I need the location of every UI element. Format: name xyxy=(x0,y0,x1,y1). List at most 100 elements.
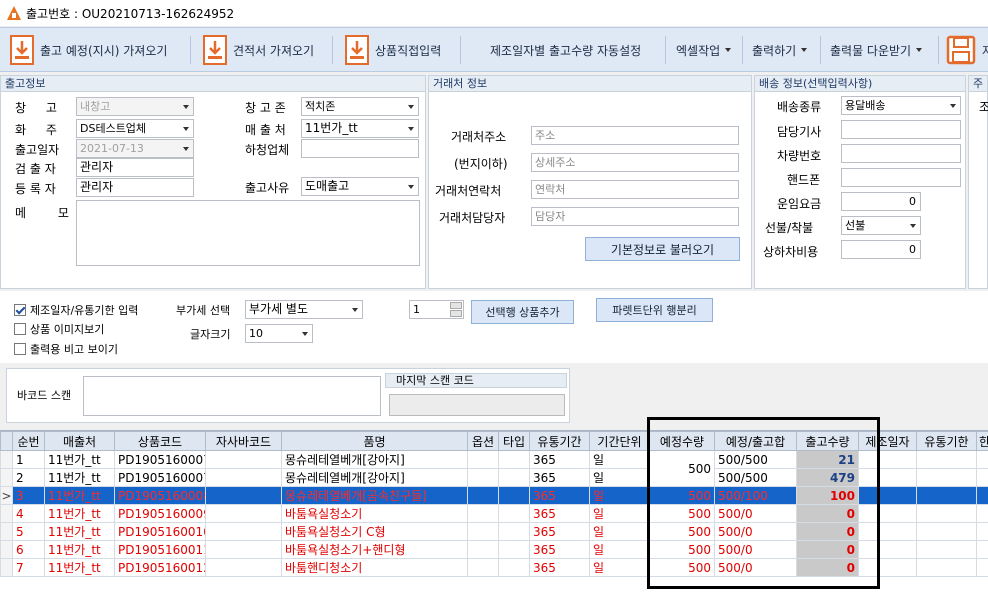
release-date-picker[interactable]: 2021-07-13 xyxy=(76,139,194,158)
cell-expiry[interactable] xyxy=(916,522,977,541)
vat-select[interactable]: 부가세 별도 xyxy=(245,300,363,319)
image-view-checkbox[interactable] xyxy=(14,323,26,335)
partner-phone-input[interactable]: 연락처 xyxy=(531,180,739,199)
select-value: 내창고 xyxy=(80,100,111,113)
column-header[interactable]: 한 xyxy=(976,431,988,451)
column-header[interactable]: 품명 xyxy=(281,431,468,451)
app-logo-icon xyxy=(7,6,21,20)
download-doc-icon xyxy=(345,35,369,65)
cell-type xyxy=(498,504,530,523)
cell-type xyxy=(498,450,530,469)
vehicle-input[interactable] xyxy=(841,144,961,163)
split-pallet-row-button[interactable]: 파렛트단위 행분리 xyxy=(596,298,713,322)
cell-expiry[interactable] xyxy=(916,504,977,523)
font-size-select[interactable]: 10 xyxy=(245,324,313,343)
import-quote-button[interactable]: 견적서 가져오기 xyxy=(203,28,314,72)
memo-textarea[interactable] xyxy=(76,200,420,266)
row-marker xyxy=(0,558,13,577)
select-value: 선불 xyxy=(845,219,866,232)
options-panel: 제조일자/유통기한 입력 상품 이미지보기 출력용 비고 보이기 부가세 선택 … xyxy=(0,291,988,363)
partner-contact-input[interactable]: 담당자 xyxy=(531,207,739,226)
driver-input[interactable] xyxy=(841,120,961,139)
qty-stepper[interactable]: 1 xyxy=(409,300,464,319)
download-print-menu-button[interactable]: 출력물 다운받기 xyxy=(830,28,923,72)
column-header[interactable]: 상품코드 xyxy=(114,431,206,451)
row-marker xyxy=(0,504,13,523)
reason-select[interactable]: 도매출고 xyxy=(301,177,419,196)
column-header[interactable]: 유통기간 xyxy=(529,431,590,451)
warehouse-select[interactable]: 내창고 xyxy=(76,97,194,116)
cell-no: 1 xyxy=(12,450,45,469)
zone-select[interactable]: 적치존 xyxy=(301,97,419,116)
cell-expiry[interactable] xyxy=(916,450,977,469)
toolbar-separator xyxy=(332,36,333,64)
reason-label: 출고사유 xyxy=(245,181,290,195)
partner-lot-input[interactable]: 상세주소 xyxy=(531,153,739,172)
cell-code: PD1905160009 xyxy=(114,504,206,523)
stepper-down-icon[interactable] xyxy=(450,310,462,317)
barcode-scan-input[interactable] xyxy=(83,376,381,416)
print-menu-button[interactable]: 출력하기 xyxy=(752,28,808,72)
mfg-date-checkbox[interactable] xyxy=(14,304,26,316)
sales-select[interactable]: 11번가_tt xyxy=(301,119,419,138)
panel-header: 주 xyxy=(969,76,987,92)
excel-menu-button[interactable]: 엑셀작업 xyxy=(676,28,732,72)
column-header[interactable]: 자사바코드 xyxy=(205,431,282,451)
select-value: 부가세 별도 xyxy=(249,302,309,316)
chevron-down-icon xyxy=(183,105,189,109)
fee-input[interactable]: 0 xyxy=(841,192,921,211)
zone-label: 창 고 존 xyxy=(245,101,286,115)
column-header[interactable]: 타입 xyxy=(498,431,530,451)
subcontractor-field[interactable] xyxy=(301,139,419,158)
scan-panel: 바코드 스캔 마지막 스캔 코드 xyxy=(6,368,570,423)
cell-expiry[interactable] xyxy=(916,540,977,559)
image-view-checkbox-label: 상품 이미지보기 xyxy=(30,323,105,336)
column-header[interactable]: 기간단위 xyxy=(589,431,650,451)
select-value: 2021-07-13 xyxy=(80,142,144,155)
toolbar-label: 제조일자별 출고수량 자동설정 xyxy=(490,43,642,58)
add-selected-product-button[interactable]: 선택행 상품추가 xyxy=(471,300,574,324)
cell-code: PD1905160007 xyxy=(114,450,206,469)
highlight-box xyxy=(647,417,880,589)
column-header[interactable]: 매출처 xyxy=(44,431,115,451)
cell-shelf-life: 365 xyxy=(529,486,590,505)
payment-select[interactable]: 선불 xyxy=(841,216,921,235)
cell-barcode xyxy=(205,558,282,577)
driver-label: 담당기사 xyxy=(777,125,822,139)
column-header[interactable]: 옵션 xyxy=(467,431,499,451)
cell-expiry[interactable] xyxy=(916,468,977,487)
save-button[interactable]: 저 xyxy=(946,28,988,72)
delivery-type-select[interactable]: 용달배송 xyxy=(841,96,961,115)
release-info-panel: 출고정보 창 고 내창고 화 주 DS테스트업체 출고일자 2021-07-13… xyxy=(0,75,426,289)
cellphone-input[interactable] xyxy=(841,168,961,187)
partner-address-input[interactable]: 주소 xyxy=(531,126,739,145)
cell-barcode xyxy=(205,522,282,541)
register-field[interactable]: 관리자 xyxy=(76,178,194,197)
toolbar: 출고 예정(지시) 가져오기 견적서 가져오기 상품직접입력 제조일자별 출고수… xyxy=(0,27,988,72)
cell-no: 4 xyxy=(12,504,45,523)
toolbar-separator xyxy=(938,36,939,64)
select-value: 도매출고 xyxy=(305,179,350,193)
cell-shelf-life: 365 xyxy=(529,558,590,577)
inspector-field[interactable]: 관리자 xyxy=(76,158,194,177)
chevron-down-icon xyxy=(408,127,414,131)
cell-expiry[interactable] xyxy=(916,486,977,505)
chevron-down-icon xyxy=(183,127,189,131)
stepper-up-icon[interactable] xyxy=(450,302,462,309)
load-default-info-button[interactable]: 기본정보로 불러오기 xyxy=(585,237,740,261)
cell-no: 2 xyxy=(12,468,45,487)
auto-qty-by-mfg-button[interactable]: 제조일자별 출고수량 자동설정 xyxy=(490,28,641,72)
import-release-plan-button[interactable]: 출고 예정(지시) 가져오기 xyxy=(10,28,167,72)
column-header[interactable]: 순번 xyxy=(12,431,45,451)
cell-code: PD1905160012 xyxy=(114,558,206,577)
partner-address-label: 거래처주소 xyxy=(451,130,507,144)
cell-expiry[interactable] xyxy=(916,558,977,577)
stepper-value: 1 xyxy=(413,303,420,316)
loading-fee-input[interactable]: 0 xyxy=(841,240,921,259)
chevron-down-icon xyxy=(183,147,189,151)
print-remark-checkbox[interactable] xyxy=(14,343,26,355)
direct-product-input-button[interactable]: 상품직접입력 xyxy=(345,28,441,72)
owner-select[interactable]: DS테스트업체 xyxy=(76,119,194,138)
cell-unit: 일 xyxy=(589,522,650,541)
column-header[interactable]: 유통기한 xyxy=(916,431,977,451)
